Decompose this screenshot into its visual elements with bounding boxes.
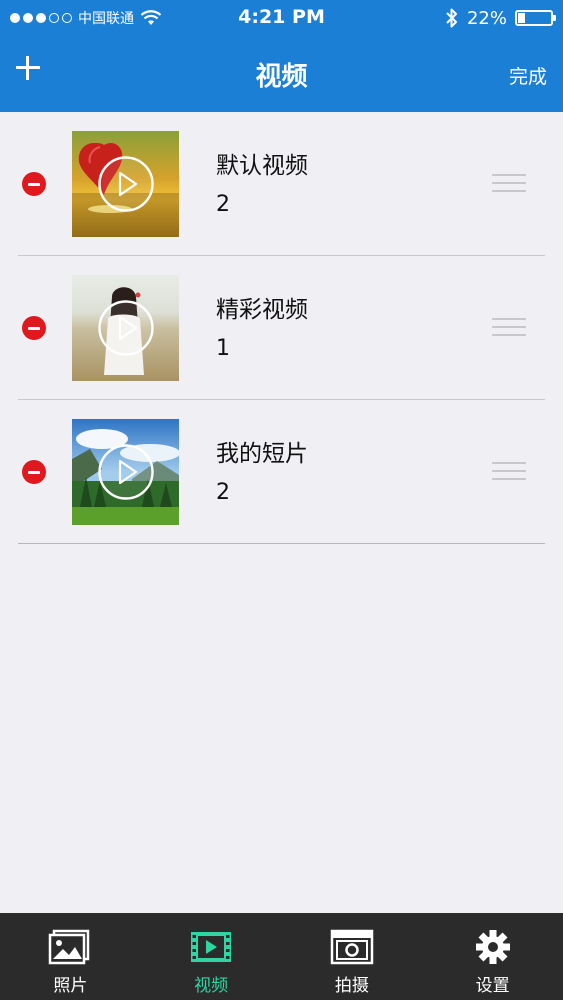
- bluetooth-icon: [446, 8, 457, 28]
- delete-icon[interactable]: [22, 460, 46, 484]
- reorder-icon[interactable]: [492, 316, 526, 338]
- tab-bar: 照片 视频 拍摄 设置: [0, 913, 563, 1000]
- photos-icon: [49, 929, 90, 965]
- album-count: 2: [216, 192, 230, 217]
- camera-icon: [330, 929, 374, 965]
- reorder-icon[interactable]: [492, 460, 526, 482]
- album-thumbnail[interactable]: [72, 131, 179, 237]
- reorder-icon[interactable]: [492, 172, 526, 194]
- play-icon: [98, 300, 154, 356]
- play-icon: [98, 444, 154, 500]
- tab-label: 设置: [475, 976, 510, 996]
- album-thumbnail[interactable]: [72, 275, 179, 381]
- tab-settings[interactable]: 设置: [422, 913, 563, 1000]
- list-item[interactable]: 我的短片 2: [0, 400, 563, 544]
- status-right: 22%: [445, 7, 556, 29]
- list-item[interactable]: 精彩视频 1: [0, 256, 563, 400]
- nav-bar: 视频 完成: [0, 36, 563, 112]
- tab-camera[interactable]: 拍摄: [282, 913, 423, 1000]
- battery-icon: [515, 10, 556, 26]
- gear-icon: [475, 930, 510, 964]
- header: 中国联通 4:21 PM 22% 视频 完成: [0, 0, 563, 112]
- done-button[interactable]: 完成: [509, 62, 547, 89]
- album-count: 1: [216, 336, 230, 361]
- divider: [18, 542, 545, 544]
- album-thumbnail[interactable]: [72, 419, 179, 525]
- tab-label: 拍摄: [334, 976, 369, 996]
- list-item[interactable]: 默认视频 2: [0, 112, 563, 256]
- video-icon: [191, 932, 232, 962]
- page-title: 视频: [255, 62, 308, 92]
- status-bar: 中国联通 4:21 PM 22%: [0, 0, 563, 36]
- tab-photos[interactable]: 照片: [0, 913, 141, 1000]
- play-icon: [98, 156, 154, 212]
- tab-label: 照片: [53, 976, 88, 996]
- tab-video[interactable]: 视频: [141, 913, 282, 1000]
- delete-icon[interactable]: [22, 172, 46, 196]
- tab-label: 视频: [194, 976, 229, 996]
- delete-icon[interactable]: [22, 316, 46, 340]
- battery-percent: 22%: [466, 7, 507, 29]
- album-list: 默认视频 2 精彩视频 1 我的短片 2: [0, 112, 563, 544]
- album-title: 默认视频: [216, 153, 308, 179]
- album-title: 我的短片: [216, 441, 308, 467]
- album-title: 精彩视频: [216, 297, 308, 323]
- album-count: 2: [216, 480, 230, 505]
